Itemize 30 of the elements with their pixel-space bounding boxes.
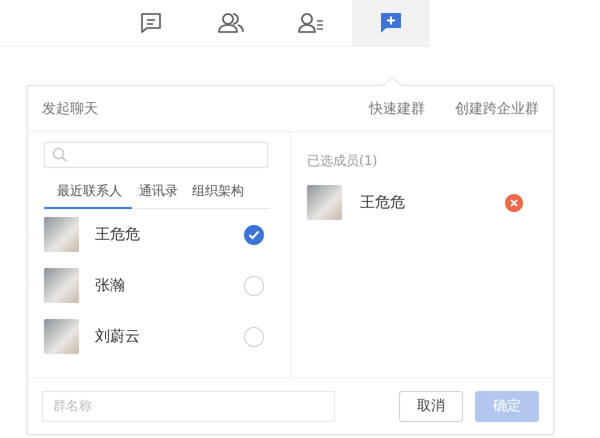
close-icon [510, 198, 518, 206]
select-checkbox[interactable] [244, 276, 264, 296]
chat-icon [139, 12, 163, 34]
avatar-photo-placeholder [44, 217, 79, 252]
checkmark-icon [248, 230, 260, 240]
add-chat-icon [379, 12, 403, 34]
contact-name: 张瀚 [95, 276, 126, 295]
nav-tab[interactable] [352, 0, 430, 46]
action-link[interactable]: 创建跨企业群 [455, 100, 539, 118]
panel-title: 发起聊天 [42, 100, 99, 118]
cancel-button[interactable]: 取消 [399, 390, 463, 422]
remove-button[interactable] [505, 194, 523, 212]
contact-tab[interactable]: 通讯录 [132, 178, 185, 209]
group-name-field[interactable]: 群名称 [42, 390, 335, 422]
selected-members-heading: 已选成员(1) [307, 153, 378, 170]
avatar-photo-placeholder [44, 319, 79, 354]
contact-tab[interactable]: 组织架构 [185, 178, 251, 209]
contact-name: 刘蔚云 [95, 327, 141, 346]
search-icon [52, 147, 68, 163]
contact-tab[interactable]: 最近联系人 [44, 178, 132, 209]
search-field[interactable] [44, 142, 268, 168]
profile-list-icon [298, 12, 324, 34]
action-link[interactable]: 快速建群 [369, 100, 425, 118]
select-checkbox[interactable] [244, 224, 264, 244]
select-checkbox[interactable] [244, 326, 264, 346]
contact-name: 王危危 [95, 225, 141, 244]
avatar-photo-placeholder [44, 268, 79, 303]
contacts-icon [218, 12, 244, 34]
member-name: 王危危 [360, 193, 406, 212]
avatar-photo-placeholder [307, 185, 342, 220]
